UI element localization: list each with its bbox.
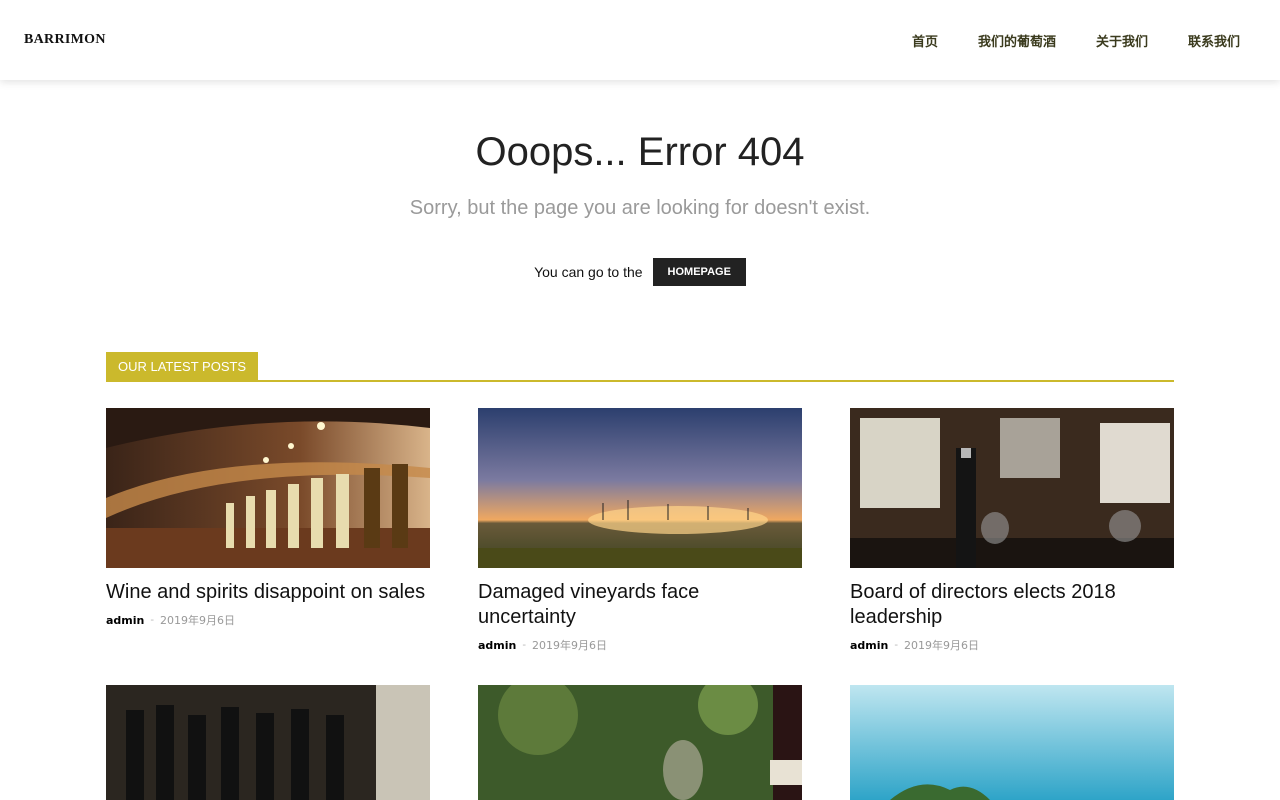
post-author[interactable]: admin [106,614,144,627]
lake-aerial-image [850,685,1174,800]
post-title[interactable]: Wine and spirits disappoint on sales [106,580,430,605]
meta-separator: - [894,639,899,651]
post-date: 2019年9月6日 [532,639,608,652]
homepage-prompt: You can go to the HOMEPAGE [0,258,1280,286]
site-header: BARRIMON 首页 我们的葡萄酒 关于我们 联系我们 [0,0,1280,80]
error-subtitle: Sorry, but the page you are looking for … [409,197,871,219]
nav-item-contact-us[interactable]: 联系我们 [1188,31,1240,50]
homepage-prompt-text: You can go to the [534,264,643,280]
post-meta: admin - 2019年9月6日 [106,612,430,628]
meta-separator: - [522,639,527,651]
meta-separator: - [150,614,155,626]
post-title[interactable]: Damaged vineyards face uncertainty [478,580,802,630]
post-date: 2019年9月6日 [160,614,236,627]
post-card: Wine and spirits disappoint on sales adm… [106,408,430,628]
site-logo[interactable]: BARRIMON [24,32,106,48]
wine-bottles-image [106,685,430,800]
post-thumbnail[interactable] [106,685,430,800]
post-thumbnail[interactable] [478,685,802,800]
post-author[interactable]: admin [850,639,888,652]
latest-posts-header: OUR LATEST POSTS [106,352,1174,382]
nav-item-home[interactable]: 首页 [912,31,938,50]
latest-posts-title: OUR LATEST POSTS [106,352,259,380]
error-title: Ooops... Error 404 [475,130,805,174]
post-card: Damaged vineyards face uncertainty admin… [478,408,802,653]
post-thumbnail[interactable] [850,408,1174,568]
post-card: Board of directors elects 2018 leadershi… [850,408,1174,653]
nav-item-our-wines[interactable]: 我们的葡萄酒 [978,31,1056,50]
post-author[interactable]: admin [478,639,516,652]
vineyard-sunset-image [478,408,802,568]
post-meta: admin - 2019年9月6日 [478,637,802,653]
post-thumbnail[interactable] [850,685,1174,800]
main-nav: 首页 我们的葡萄酒 关于我们 联系我们 [872,31,1240,50]
post-date: 2019年9月6日 [904,639,980,652]
wine-bottle-table-image [850,408,1174,568]
post-thumbnail[interactable] [106,408,430,568]
homepage-button[interactable]: HOMEPAGE [652,258,746,286]
post-thumbnail[interactable] [478,408,802,568]
wine-glass-garden-image [478,685,802,800]
post-title[interactable]: Board of directors elects 2018 leadershi… [850,580,1174,630]
wine-shelf-image [106,408,430,568]
nav-item-about-us[interactable]: 关于我们 [1096,31,1148,50]
post-meta: admin - 2019年9月6日 [850,637,1174,653]
